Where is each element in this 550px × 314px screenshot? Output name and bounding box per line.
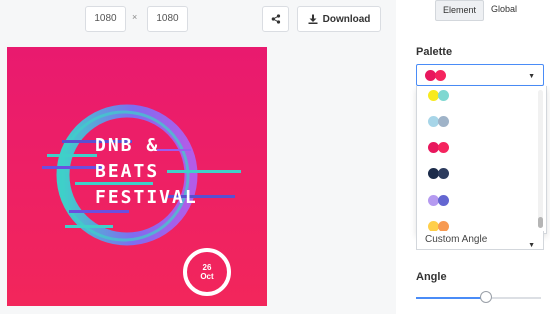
palette-option[interactable] xyxy=(428,116,449,127)
angle-label: Angle xyxy=(416,271,447,283)
poster[interactable]: DNB & BEATS FESTIVAL 26 Oct xyxy=(7,47,267,306)
palette-option[interactable] xyxy=(428,142,449,153)
share-icon xyxy=(271,14,280,24)
color-dot xyxy=(438,168,449,179)
download-label: Download xyxy=(322,13,371,25)
poster-title-line: DNB & xyxy=(95,135,160,156)
angle-type-value: Custom Angle xyxy=(425,234,488,245)
angle-slider[interactable] xyxy=(416,291,541,303)
share-button[interactable] xyxy=(262,6,289,32)
angle-slider-handle[interactable] xyxy=(480,291,492,303)
color-dot xyxy=(438,116,449,127)
width-input[interactable]: 1080 xyxy=(85,6,126,32)
properties-panel: Element Global Palette ▼ Custom Angle ▼ … xyxy=(396,0,550,314)
palette-label: Palette xyxy=(416,46,453,58)
scrollbar-thumb[interactable] xyxy=(538,217,543,228)
palette-selected-swatch xyxy=(425,69,446,81)
poster-title-line: BEATS xyxy=(95,161,160,182)
date-day: 26 xyxy=(202,263,212,272)
palette-option[interactable] xyxy=(428,90,449,101)
dropdown-scrollbar[interactable] xyxy=(538,90,543,228)
panel-tabs: Element Global xyxy=(435,0,524,21)
poster-title-line: FESTIVAL xyxy=(95,187,198,208)
poster-title: DNB & BEATS FESTIVAL xyxy=(95,133,245,211)
color-dot xyxy=(438,142,449,153)
download-icon xyxy=(308,14,318,24)
angle-type-select[interactable]: Custom Angle ▼ xyxy=(416,231,544,250)
palette-select[interactable]: ▼ xyxy=(416,64,544,86)
date-badge: 26 Oct xyxy=(183,248,231,296)
color-dot xyxy=(435,69,446,81)
color-dot xyxy=(438,195,449,206)
palette-option[interactable] xyxy=(428,168,449,179)
palette-dropdown-list[interactable] xyxy=(416,86,547,234)
dimension-separator: × xyxy=(132,12,138,22)
color-dot xyxy=(438,90,449,101)
date-month: Oct xyxy=(200,272,214,281)
palette-option[interactable] xyxy=(428,195,449,206)
height-input[interactable]: 1080 xyxy=(147,6,188,32)
tab-element[interactable]: Element xyxy=(435,0,485,21)
chevron-down-icon: ▼ xyxy=(528,242,535,249)
tab-global[interactable]: Global xyxy=(484,0,524,21)
angle-slider-fill xyxy=(416,297,486,299)
download-button[interactable]: Download xyxy=(297,6,381,32)
chevron-down-icon: ▼ xyxy=(528,73,535,80)
canvas-area: 1080 × 1080 Download DNB & BEATS FESTIVA… xyxy=(0,0,396,314)
